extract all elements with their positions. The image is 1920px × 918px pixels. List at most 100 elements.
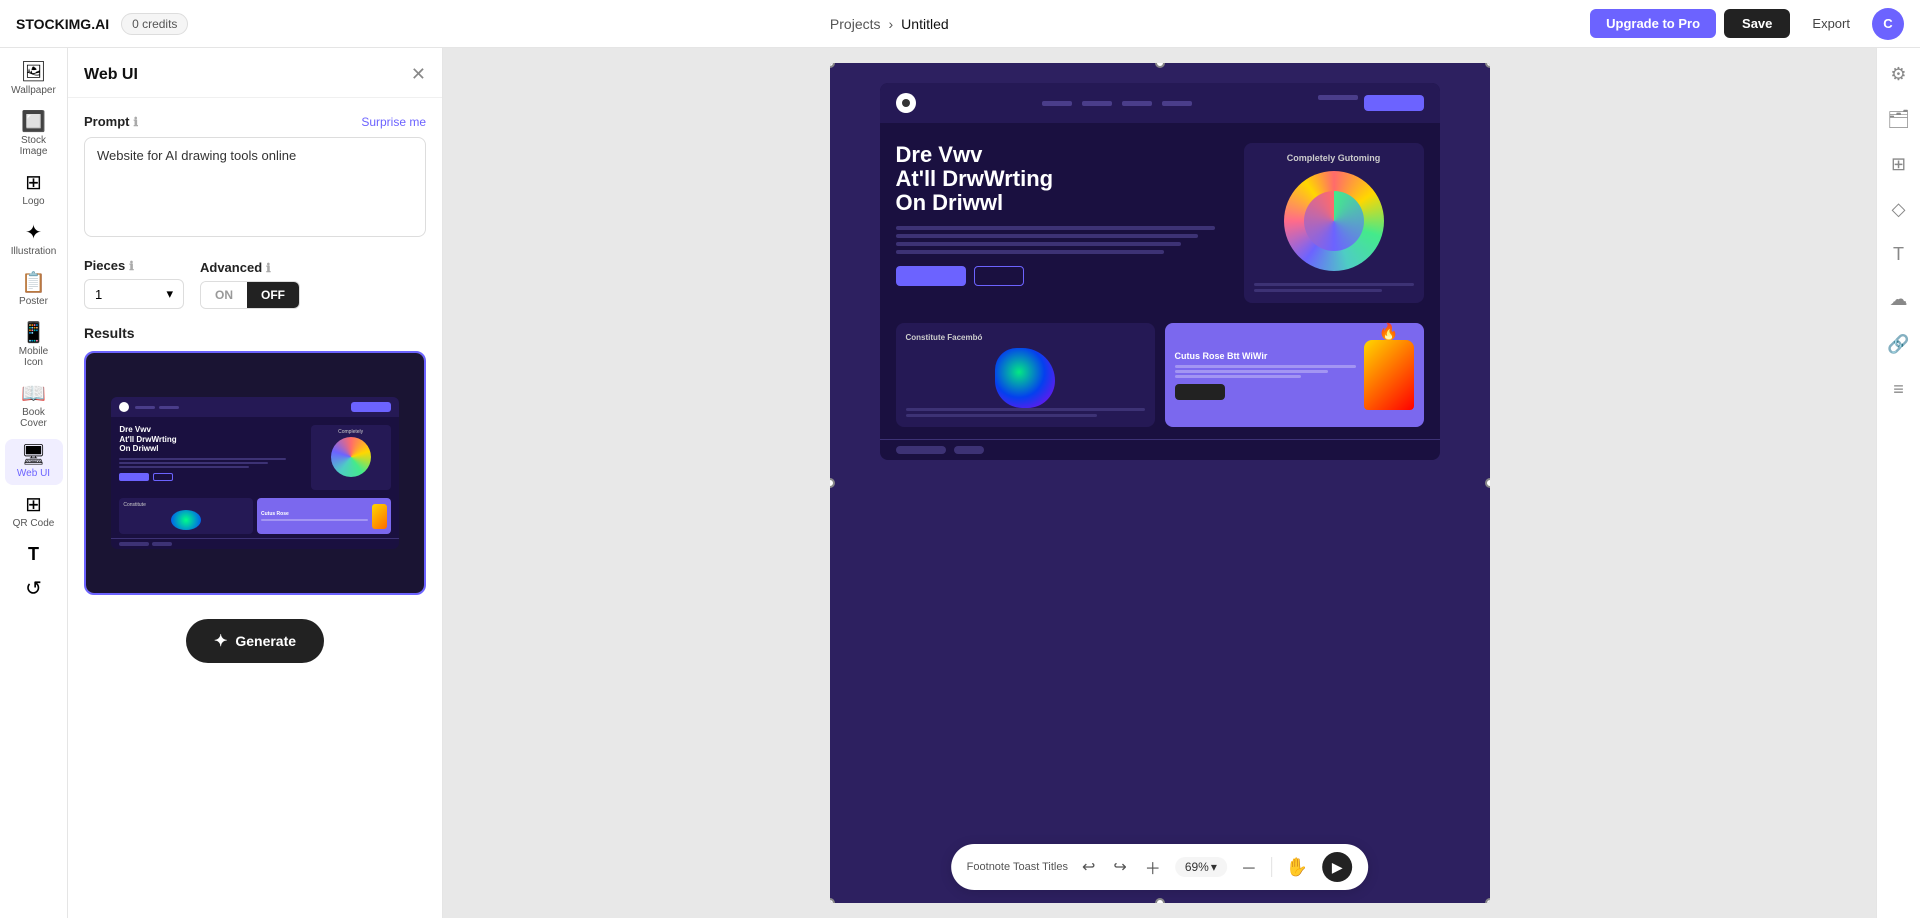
prompt-info-icon: ℹ: [134, 115, 139, 129]
sidebar-item-text[interactable]: T: [5, 539, 63, 569]
history-icon: ↺: [25, 579, 42, 599]
panel-body: Prompt ℹ Surprise me Website for AI draw…: [68, 98, 442, 687]
panel-close-button[interactable]: ✕: [411, 64, 426, 85]
pieces-label: Pieces ℹ: [84, 258, 184, 273]
poster-icon: 📋: [21, 273, 46, 293]
prompt-textarea[interactable]: Website for AI drawing tools online: [84, 137, 426, 237]
surprise-me-link[interactable]: Surprise me: [361, 115, 426, 129]
sidebar-item-stock-image[interactable]: 🔲 Stock Image: [5, 106, 63, 163]
sidebar-item-web-ui[interactable]: 🖥 Web UI: [5, 439, 63, 485]
cloud-icon[interactable]: ☁: [1886, 285, 1912, 314]
web-ui-preview[interactable]: Dre Vwv At'll DrwWrting On Driwwl: [880, 83, 1440, 460]
handle-top-right[interactable]: [1485, 63, 1490, 68]
zoom-in-button[interactable]: ＋: [1141, 853, 1165, 881]
illustration-icon: ✦: [25, 223, 42, 243]
results-section: Results: [84, 325, 426, 595]
layers-icon[interactable]: ≡: [1889, 375, 1908, 404]
projects-link[interactable]: Projects: [830, 16, 881, 32]
result-thumbnail[interactable]: Dre VwvAt'll DrwWrtingOn Driwwl: [84, 351, 426, 595]
nav-separator: ›: [889, 16, 894, 32]
mini-nav: [111, 397, 398, 417]
generate-button[interactable]: ✦ Generate: [186, 619, 324, 663]
pieces-info-icon: ℹ: [129, 259, 134, 273]
web-nav: [880, 83, 1440, 123]
mobile-icon-icon: 📱: [21, 323, 46, 343]
book-cover-icon: 📖: [21, 384, 46, 404]
avatar[interactable]: C: [1872, 8, 1904, 40]
stock-image-icon: 🔲: [21, 112, 46, 132]
toggle-on-button[interactable]: ON: [201, 282, 247, 308]
pieces-select[interactable]: 1 ▾: [84, 279, 184, 309]
export-button[interactable]: Export: [1798, 9, 1864, 38]
type-icon[interactable]: T: [1889, 240, 1908, 269]
web-animal-graphic: [995, 348, 1055, 408]
zoom-chevron-icon: ▾: [1211, 860, 1217, 874]
mini-hero: Dre VwvAt'll DrwWrtingOn Driwwl: [111, 417, 398, 498]
zoom-display[interactable]: 69% ▾: [1175, 857, 1227, 877]
redo-button[interactable]: ↪: [1109, 855, 1130, 879]
upgrade-button[interactable]: Upgrade to Pro: [1590, 9, 1716, 38]
sidebar-item-poster[interactable]: 📋 Poster: [5, 267, 63, 313]
play-button[interactable]: ▶: [1322, 852, 1352, 882]
web-section2: Constitute Facembó Cutus Rose Btt WiWir: [880, 323, 1440, 439]
sidebar-item-mobile-icon[interactable]: 📱 Mobile Icon: [5, 317, 63, 374]
handle-mid-right[interactable]: [1485, 478, 1490, 488]
current-project[interactable]: Untitled: [901, 16, 948, 32]
controls-row: Pieces ℹ 1 ▾ Advanced ℹ ON OFF: [84, 258, 426, 309]
web-secondary-button: [974, 266, 1024, 286]
folder-icon[interactable]: 🗂: [1883, 105, 1914, 134]
sidebar-item-qr-code[interactable]: ⊞ QR Code: [5, 489, 63, 535]
generate-section: ✦ Generate: [84, 611, 426, 671]
web-section3-button: [1175, 384, 1225, 400]
sidebar-item-illustration[interactable]: ✦ Illustration: [5, 217, 63, 263]
panel: Web UI ✕ Prompt ℹ Surprise me Website fo…: [68, 48, 443, 918]
icon-sidebar: 🖼 Wallpaper 🔲 Stock Image ⊞ Logo ✦ Illus…: [0, 48, 68, 918]
sidebar-item-history[interactable]: ↺: [5, 573, 63, 605]
advanced-label: Advanced ℹ: [200, 260, 300, 275]
generate-icon: ✦: [214, 631, 227, 651]
topbar: STOCKIMG.AI 0 credits Projects › Untitle…: [0, 0, 1920, 48]
web-nav-cta: [1364, 95, 1424, 111]
pan-tool-button[interactable]: ✋: [1282, 855, 1312, 880]
sidebar-item-logo[interactable]: ⊞ Logo: [5, 167, 63, 213]
sidebar-item-book-cover[interactable]: 📖 Book Cover: [5, 378, 63, 435]
grid-icon[interactable]: ⊞: [1887, 150, 1910, 179]
mini-web-preview: Dre VwvAt'll DrwWrtingOn Driwwl: [111, 397, 398, 549]
credits-badge[interactable]: 0 credits: [121, 13, 188, 35]
web-mandala: [1284, 171, 1384, 271]
save-button[interactable]: Save: [1724, 9, 1790, 38]
link-icon[interactable]: 🔗: [1883, 330, 1913, 359]
zoom-out-button[interactable]: －: [1237, 853, 1261, 881]
handle-bottom-mid[interactable]: [1155, 898, 1165, 903]
handle-top-left[interactable]: [830, 63, 835, 68]
logo: STOCKIMG.AI: [16, 16, 109, 32]
bottom-toolbar: Footnote Toast Titles ↩ ↪ ＋ 69% ▾ － ✋ ▶: [951, 844, 1369, 890]
web-ui-icon: 🖥: [21, 445, 46, 465]
bottom-footnote-label: Footnote Toast Titles: [967, 861, 1068, 873]
web-hero: Dre Vwv At'll DrwWrting On Driwwl: [880, 123, 1440, 323]
undo-button[interactable]: ↩: [1078, 855, 1099, 879]
sidebar-item-wallpaper[interactable]: 🖼 Wallpaper: [5, 56, 63, 102]
canvas-background: Dre Vwv At'll DrwWrting On Driwwl: [830, 63, 1490, 903]
qr-code-icon: ⊞: [25, 495, 42, 515]
handle-bottom-right[interactable]: [1485, 898, 1490, 903]
settings-icon[interactable]: ⚙: [1886, 60, 1910, 89]
mini-logo: [119, 402, 129, 412]
text-icon: T: [28, 545, 39, 563]
handle-bottom-left[interactable]: [830, 898, 835, 903]
web-feature-card: Completely Gutoming: [1244, 143, 1424, 303]
toggle-off-button[interactable]: OFF: [247, 282, 299, 308]
mini-animal: [171, 510, 201, 530]
topbar-right: Upgrade to Pro Save Export C: [1590, 8, 1904, 40]
shapes-icon[interactable]: ◇: [1888, 195, 1910, 224]
topbar-left: STOCKIMG.AI 0 credits: [16, 13, 188, 35]
right-sidebar: ⚙ 🗂 ⊞ ◇ T ☁ 🔗 ≡: [1876, 48, 1920, 918]
divider: [1271, 857, 1272, 877]
handle-mid-left[interactable]: [830, 478, 835, 488]
prompt-label-text: Prompt ℹ: [84, 114, 138, 129]
web-section2-card: Constitute Facembó: [896, 323, 1155, 427]
web-hero-title: Dre Vwv At'll DrwWrting On Driwwl: [896, 143, 1232, 216]
web-hero-buttons: [896, 266, 1232, 286]
panel-title: Web UI: [84, 66, 138, 84]
handle-top-mid[interactable]: [1155, 63, 1165, 68]
